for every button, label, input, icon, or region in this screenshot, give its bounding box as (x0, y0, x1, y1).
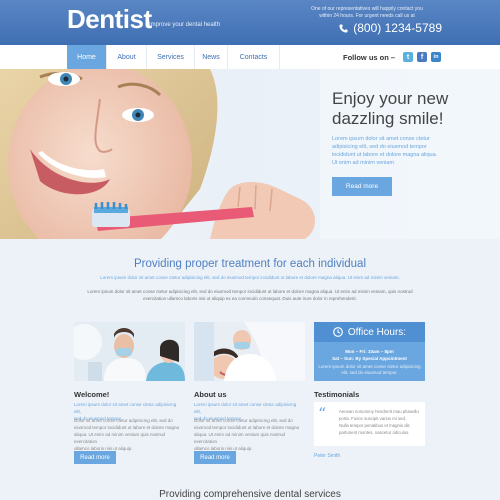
nav-item-services[interactable]: Services (147, 45, 195, 69)
welcome-text: Dolor sit amet conse ctetur adipisicing … (74, 417, 184, 452)
hero-title-line-1: Enjoy your new (332, 89, 449, 108)
testimonial-line: Nulla tempor penatibus et magnis dis (339, 423, 410, 428)
about-read-more-button[interactable]: Read more (194, 451, 236, 464)
welcome-text-line: eiusmod tempor incididunt ut labore et d… (74, 425, 180, 430)
welcome-text-line: aliqua. Ut enim ad minim veniam quis nos… (74, 432, 166, 444)
hero-text-line: Lorem ipsum dolor sit amet conse ctetur (332, 136, 430, 142)
office-hours-weekend: Sat – Sun: By Special Appointment (332, 356, 407, 361)
site-header: Dentist Improve your dental health One o… (0, 0, 500, 45)
intro-subtitle: Lorem ipsum dolor sit amet conse ctetur … (100, 275, 400, 280)
testimonials-title: Testimonials (314, 390, 360, 399)
phone-number-text: (800) 1234-5789 (353, 21, 442, 35)
hero-description: Lorem ipsum dolor sit amet conse ctetur … (332, 135, 452, 167)
quote-icon: “ (318, 404, 327, 423)
testimonial-line: porta. Fusce suscipit varius mi sed. (339, 416, 407, 421)
phone-icon (339, 23, 348, 33)
site-logo[interactable]: Dentist (67, 4, 152, 35)
contact-info-line: One of our representatives will happily … (311, 6, 423, 12)
hero-text-line: Ut enim ad minim veniam (332, 160, 395, 166)
intro-body-line: exercitation ullamco laboris nisi ut ali… (143, 296, 357, 301)
about-text-line: Dolor sit amet conse ctetur adipisicing … (194, 418, 293, 423)
nav-item-contacts[interactable]: Contacts (228, 45, 280, 69)
welcome-highlight-line: Lorem ipsum dolor sit amet conse ctetur … (74, 402, 177, 414)
hero-title-line-2: dazzling smile! (332, 109, 444, 128)
testimonial-line: parturient montes, nascetur ridiculus. (339, 430, 410, 435)
nav-item-news[interactable]: News (195, 45, 228, 69)
about-text-line: aliqua. Ut enim ad minim veniam quis nos… (194, 432, 286, 444)
linkedin-icon[interactable]: in (431, 52, 441, 62)
nav-menu: Home About Services News Contacts (67, 45, 280, 69)
about-highlight-line: Lorem ipsum dolor sit amet conse ctetur … (194, 402, 297, 414)
facebook-icon[interactable]: f (417, 52, 427, 62)
testimonial-card: “ Aenean nonummy hendrerit mau phasellu … (314, 402, 425, 446)
office-hours-note: Lorem ipsum dolor sit amet conse ctetur … (318, 364, 421, 369)
hero-read-more-button[interactable]: Read more (332, 177, 392, 196)
twitter-icon[interactable]: t (403, 52, 413, 62)
phone-number[interactable]: (800) 1234-5789 (339, 21, 442, 35)
nav-item-about[interactable]: About (107, 45, 147, 69)
testimonial-author[interactable]: Peter Smith (314, 453, 340, 459)
contact-info-line: within 24 hours. For urgent needs call u… (319, 13, 415, 19)
about-text-line: eiusmod tempor incididunt ut labore et d… (194, 425, 300, 430)
welcome-title: Welcome! (74, 390, 110, 399)
services-section-title: Providing comprehensive dental services (159, 489, 341, 500)
intro-body-line: Lorem ipsum dolor sit amet conse ctetur … (87, 289, 413, 294)
office-hours-header: Office Hours: (314, 322, 425, 342)
intro-title: Providing proper treatment for each indi… (133, 258, 367, 270)
follow-us-label: Follow us on – (343, 53, 396, 62)
site-tagline: Improve your dental health (149, 22, 221, 28)
office-hours-title: Office Hours: (347, 326, 407, 338)
welcome-text-line: Dolor sit amet conse ctetur adipisicing … (74, 418, 173, 423)
about-text: Dolor sit amet conse ctetur adipisicing … (194, 417, 304, 452)
clock-icon (333, 327, 343, 337)
about-title: About us (194, 390, 227, 399)
office-hours-box: Office Hours: Mon – Fri: 10am – 8pm Sat … (314, 322, 425, 381)
main-nav: Home About Services News Contacts Follow… (0, 45, 500, 69)
hero-text-line: incididunt ut labore et dolore magna ali… (332, 152, 438, 158)
testimonial-line: Aenean nonummy hendrerit mau phasellu (339, 409, 419, 414)
hero-banner: Enjoy your new dazzling smile! Lorem ips… (0, 69, 500, 239)
office-hours-note: elit, sed do eiusmod tempor. (341, 370, 398, 375)
welcome-image (74, 322, 185, 381)
about-image (194, 322, 305, 381)
hero-text-line: adipisicing elit, sed do eiusmod tempor (332, 144, 427, 150)
nav-item-home[interactable]: Home (67, 45, 107, 69)
welcome-read-more-button[interactable]: Read more (74, 451, 116, 464)
office-hours-weekdays: Mon – Fri: 10am – 8pm (345, 349, 394, 354)
